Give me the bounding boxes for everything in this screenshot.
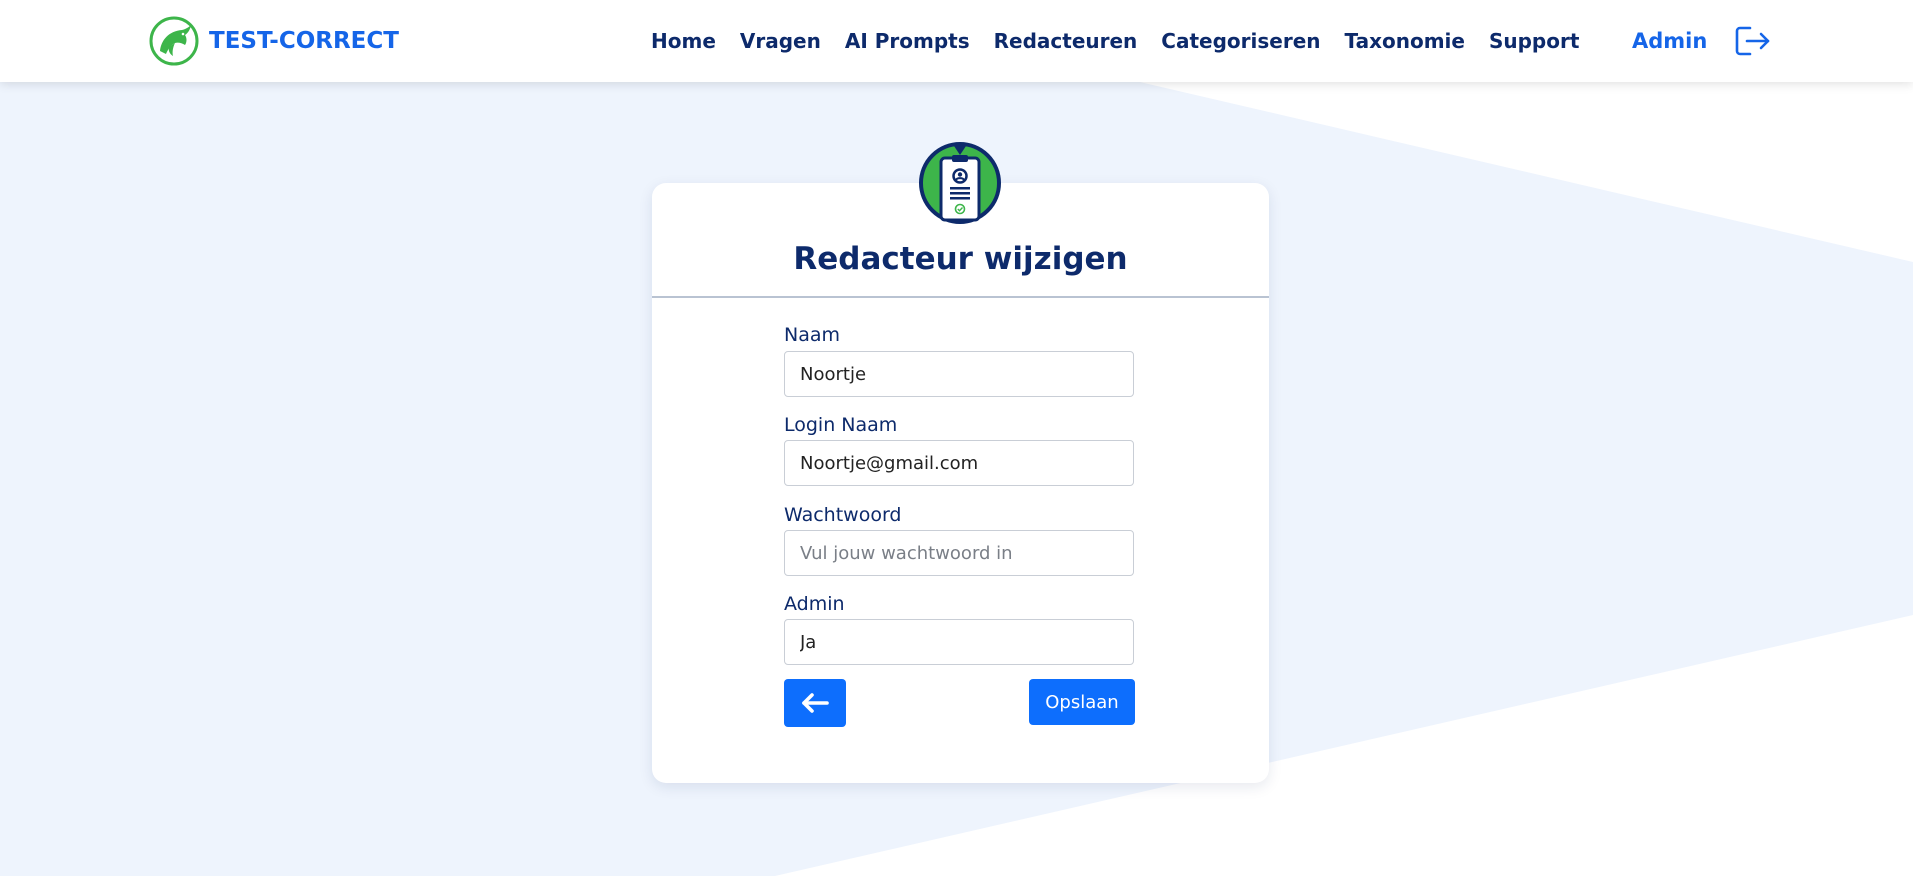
nav-link-categoriseren[interactable]: Categoriseren [1161, 24, 1320, 58]
nav-link-ai-prompts[interactable]: AI Prompts [845, 24, 970, 58]
admin-input[interactable] [784, 619, 1134, 665]
dolphin-logo-icon [149, 16, 199, 66]
password-label: Wachtwoord [784, 504, 902, 526]
back-button[interactable] [784, 679, 846, 727]
save-button[interactable]: Opslaan [1029, 679, 1135, 725]
password-input[interactable] [784, 530, 1134, 576]
edit-editor-card: Redacteur wijzigen Naam Login Naam Wacht… [652, 183, 1269, 783]
name-input[interactable] [784, 351, 1134, 397]
nav-link-vragen[interactable]: Vragen [740, 24, 821, 58]
user-menu-link[interactable]: Admin [1632, 24, 1707, 58]
brand-link[interactable]: TEST-CORRECT [149, 16, 399, 66]
arrow-left-icon [802, 693, 829, 713]
nav-link-support[interactable]: Support [1489, 24, 1579, 58]
top-navbar: TEST-CORRECT Home Vragen AI Prompts Reda… [0, 0, 1913, 82]
nav-link-redacteuren[interactable]: Redacteuren [994, 24, 1138, 58]
login-name-input[interactable] [784, 440, 1134, 486]
nav-link-taxonomie[interactable]: Taxonomie [1345, 24, 1465, 58]
logout-icon[interactable] [1734, 24, 1772, 58]
name-label: Naam [784, 324, 841, 346]
id-badge-icon [919, 142, 1001, 224]
login-name-label: Login Naam [784, 414, 898, 436]
main-nav: Home Vragen AI Prompts Redacteuren Categ… [651, 24, 1579, 58]
admin-label: Admin [784, 593, 845, 615]
page-title: Redacteur wijzigen [793, 241, 1128, 277]
card-divider [652, 296, 1269, 298]
nav-link-home[interactable]: Home [651, 24, 716, 58]
brand-name: TEST-CORRECT [209, 28, 399, 54]
